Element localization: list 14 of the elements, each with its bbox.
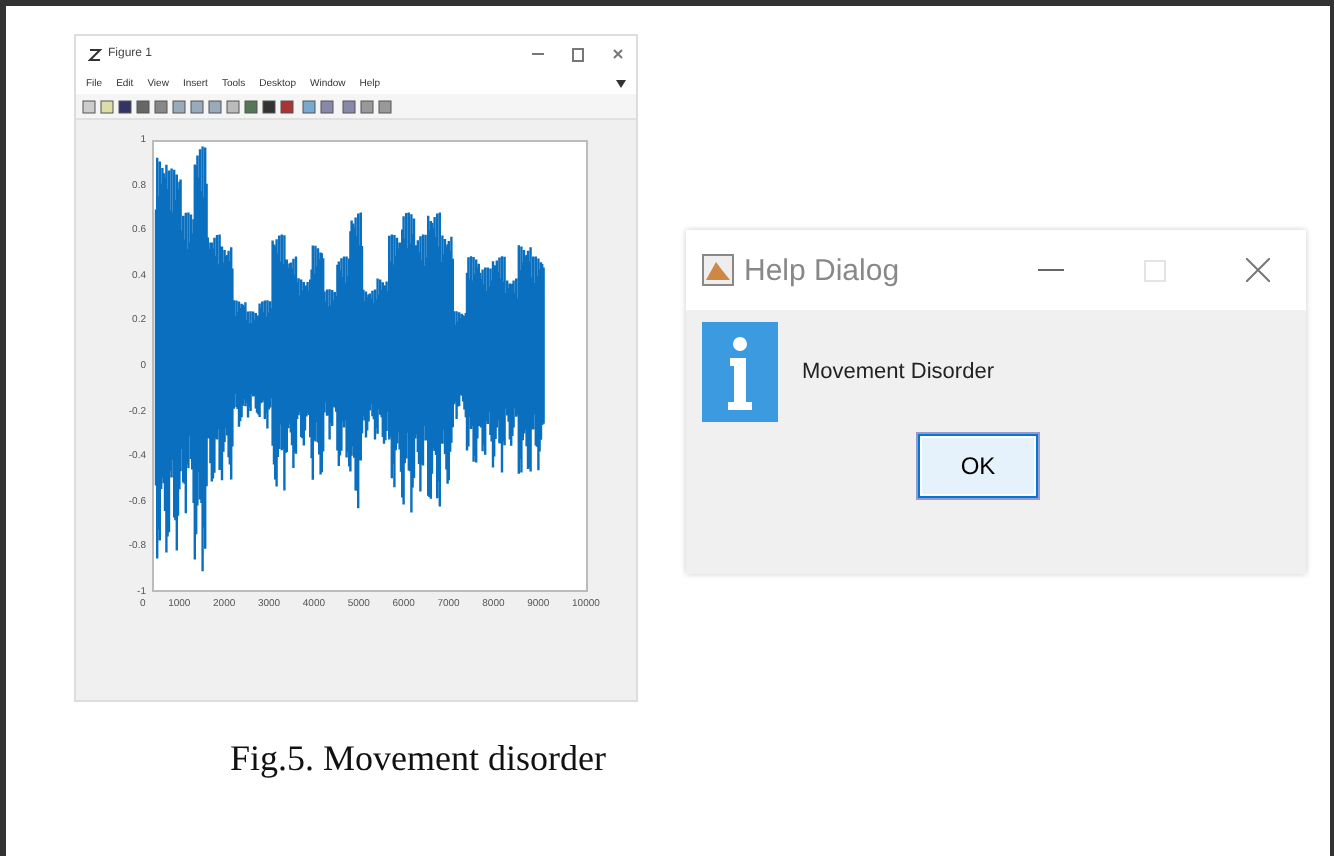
info-icon xyxy=(702,322,778,422)
dropdown-icon[interactable] xyxy=(616,79,626,87)
app-icon xyxy=(702,254,734,286)
close-icon[interactable] xyxy=(612,48,624,60)
figure-caption: Fig.5. Movement disorder xyxy=(230,738,606,778)
close-icon[interactable] xyxy=(1246,258,1270,282)
minimize-icon[interactable] xyxy=(532,48,544,60)
dialog-title: Help Dialog xyxy=(744,253,902,287)
minimize-icon[interactable] xyxy=(1038,268,1064,272)
maximize-icon[interactable] xyxy=(572,47,584,61)
ok-button[interactable]: OK xyxy=(918,434,1038,498)
maximize-icon xyxy=(1144,259,1166,281)
dialog-message: Movement Disorder xyxy=(802,360,994,384)
figure-icon xyxy=(88,47,102,61)
